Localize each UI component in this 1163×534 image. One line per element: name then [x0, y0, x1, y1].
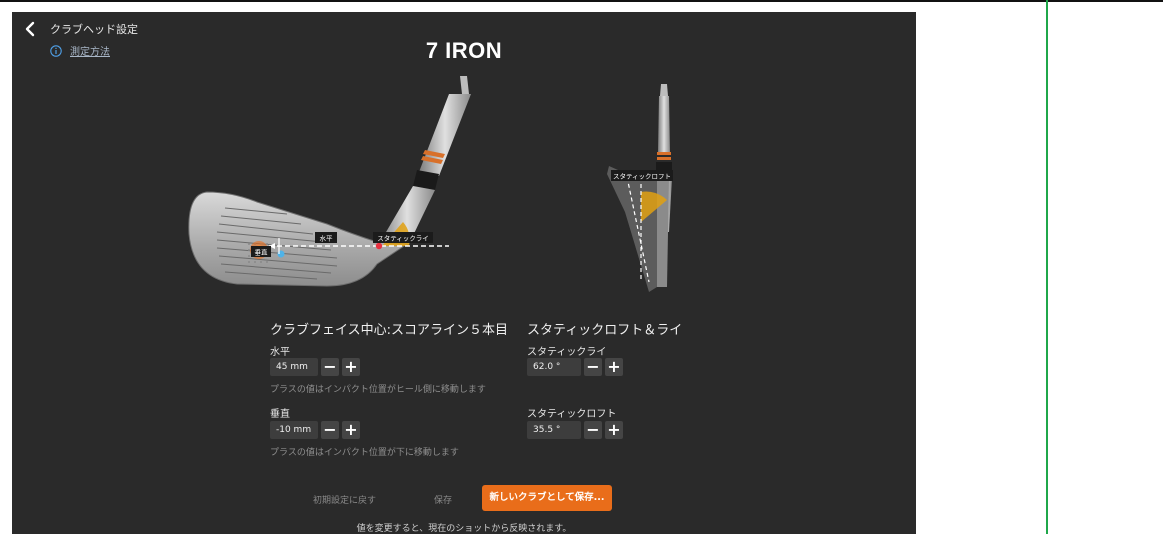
static-lie-increment-button[interactable]: + [605, 358, 623, 376]
horizontal-decrement-button[interactable]: − [321, 358, 339, 376]
club-head-settings-panel: クラブヘッド設定 測定方法 7 IRON 水平 垂直 スタティックライ スタティ… [12, 12, 916, 534]
horizontal-hint: プラスの値はインパクト位置がヒール側に移動します [270, 385, 486, 395]
save-button[interactable]: 保存 [434, 493, 452, 506]
vertical-label: 垂直 [270, 409, 290, 420]
static-loft-decrement-button[interactable]: − [584, 421, 602, 439]
vertical-increment-button[interactable]: + [342, 421, 360, 439]
save-as-new-club-button[interactable]: 新しいクラブとして保存... [482, 485, 612, 511]
horizontal-value[interactable]: 45 mm [270, 358, 318, 376]
club-name: 7 IRON [425, 38, 503, 63]
back-arrow-icon[interactable] [22, 20, 40, 38]
horizontal-increment-button[interactable]: + [342, 358, 360, 376]
footer-note: 値を変更すると、現在のショットから反映されます。 [356, 524, 572, 534]
iron-side-view: スタティックロフト [607, 84, 673, 292]
static-lie-decrement-button[interactable]: − [584, 358, 602, 376]
static-lie-tag: スタティックライ [377, 234, 429, 243]
face-center-title: クラブフェイス中心:スコアライン５本目 [270, 323, 508, 338]
static-lie-label: スタティックライ [527, 347, 607, 358]
static-loft-label: スタティックロフト [527, 409, 617, 420]
horizontal-label: 水平 [270, 347, 290, 358]
static-lie-value[interactable]: 62.0 ° [527, 358, 581, 376]
static-loft-increment-button[interactable]: + [605, 421, 623, 439]
horizontal-tag: 水平 [320, 234, 334, 243]
vertical-hint: プラスの値はインパクト位置が下に移動します [270, 448, 459, 458]
page-title: クラブヘッド設定 [50, 23, 138, 36]
iron-front-view: 水平 垂直 スタティックライ [188, 76, 471, 287]
vertical-value[interactable]: -10 mm [270, 421, 318, 439]
static-loft-tag: スタティックロフト [613, 172, 671, 181]
vertical-decrement-button[interactable]: − [321, 421, 339, 439]
static-loft-value[interactable]: 35.5 ° [527, 421, 581, 439]
loft-lie-title: スタティックロフト＆ライ [527, 323, 683, 338]
vertical-tag: 垂直 [255, 248, 269, 257]
vertical-guide-line [1046, 0, 1048, 534]
top-border [0, 0, 1163, 2]
reset-defaults-button[interactable]: 初期設定に戻す [313, 493, 376, 506]
